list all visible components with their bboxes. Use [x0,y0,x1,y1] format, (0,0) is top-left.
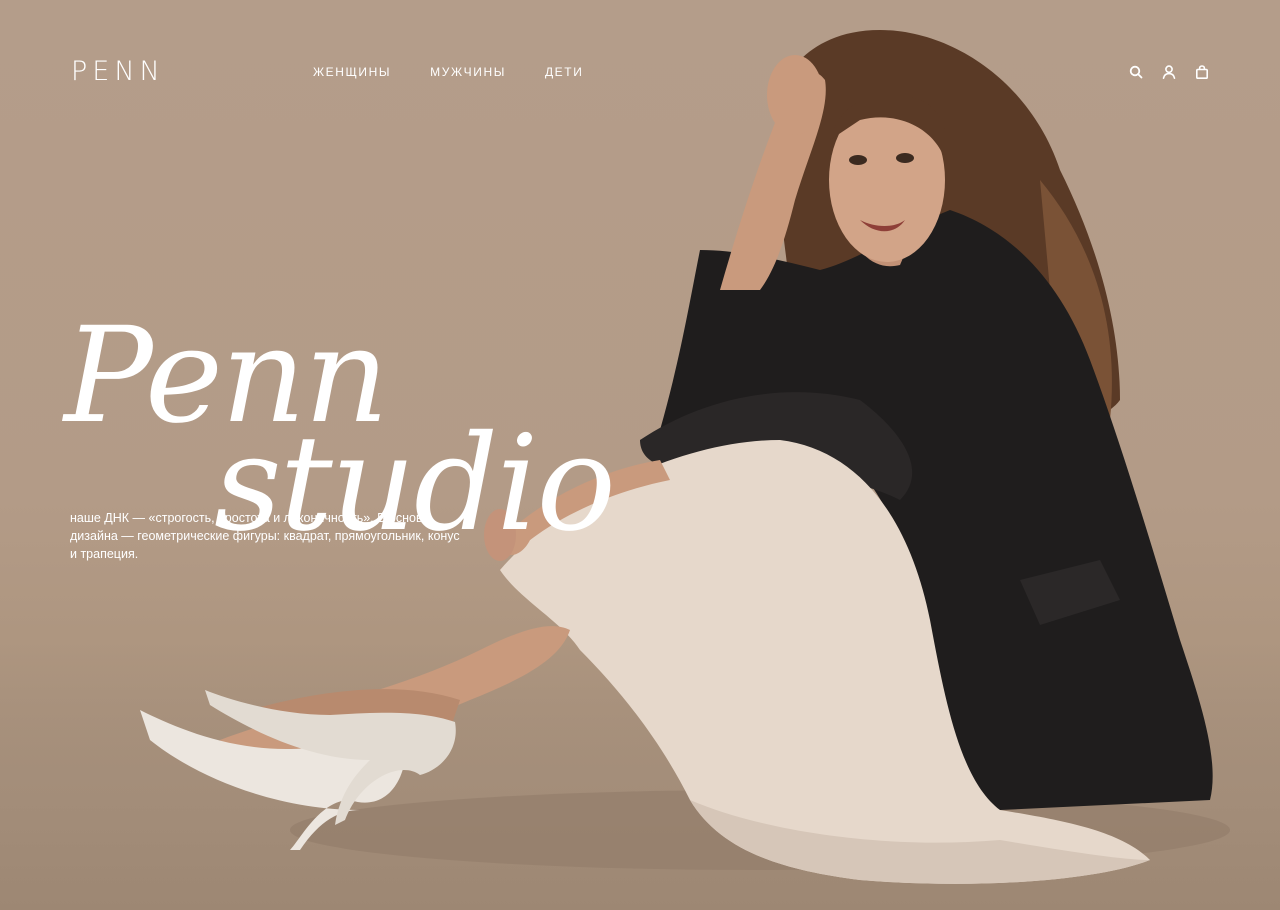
right-eye [896,153,914,163]
user-icon[interactable] [1161,64,1177,80]
header-icons [1128,64,1210,80]
main-nav: ЖЕНЩИНЫ МУЖЧИНЫ ДЕТИ [313,65,583,79]
nav-item-kids[interactable]: ДЕТИ [545,65,584,79]
nav-item-men[interactable]: МУЖЧИНЫ [430,65,506,79]
nav-item-women[interactable]: ЖЕНЩИНЫ [313,65,391,79]
search-icon[interactable] [1128,64,1144,80]
left-eye [849,155,867,165]
site-header: PENN ЖЕНЩИНЫ МУЖЧИНЫ ДЕТИ [0,0,1280,140]
logo[interactable]: PENN [71,56,165,87]
shopping-bag-icon[interactable] [1194,64,1210,80]
hero-tagline: наше ДНК — «строгость, простота и лакони… [70,510,460,561]
